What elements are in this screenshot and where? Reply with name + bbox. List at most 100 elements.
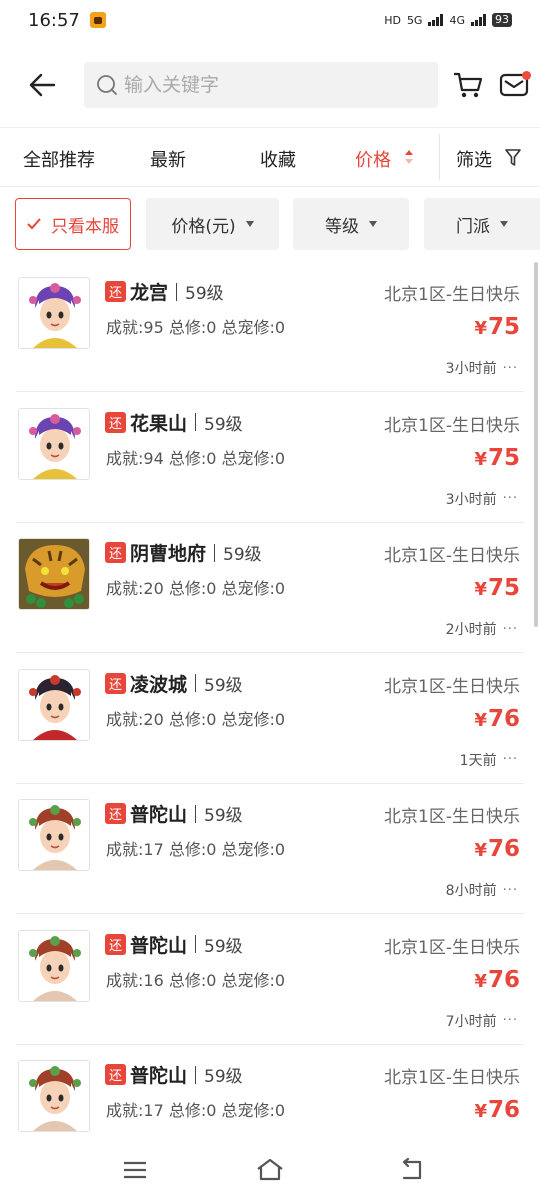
- level: 59级: [204, 806, 243, 826]
- return-tag: 还: [105, 281, 126, 302]
- filter-button[interactable]: 筛选: [456, 146, 492, 172]
- school-name: 花果山: [130, 412, 188, 435]
- listing-title: 还阴曹地府 59级: [105, 539, 262, 566]
- listing-title: 还普陀山 59级: [105, 931, 243, 958]
- price-filter-chip[interactable]: 价格(元): [146, 198, 279, 250]
- character-avatar: [18, 929, 90, 1002]
- server-name: 北京1区-生日快乐: [384, 807, 520, 827]
- listing-row[interactable]: 还普陀山 59级 成就:16 总修:0 总宠修:0 北京1区-生日快乐 ¥76 7小时前 ·…: [0, 915, 540, 1045]
- listing-time: 3小时前 ···: [446, 489, 518, 509]
- grade-filter-chip[interactable]: 等级: [293, 198, 409, 250]
- stats: 成就:17 总修:0 总宠修:0: [106, 1101, 286, 1120]
- search-header: [0, 55, 540, 115]
- price-value: 75: [487, 444, 520, 471]
- listing-row[interactable]: 还普陀山 59级成就:17 总修:0 总宠修:0 北京1区-生日快乐 ¥76 8小时前 ·…: [0, 784, 540, 914]
- character-avatar: [18, 1060, 90, 1132]
- divider: [195, 1065, 197, 1084]
- time-ago: 3小时前: [445, 491, 497, 508]
- system-nav-bar: [0, 1140, 540, 1200]
- price: ¥76: [474, 1097, 520, 1123]
- listing-row[interactable]: 还凌波城 59级 成就:20 总修:0 总宠修:0 北京1区-生日快乐 ¥76 1天前 ··…: [0, 654, 540, 784]
- listing-time: 7小时前 ···: [446, 1011, 518, 1031]
- character-avatar: [18, 277, 90, 349]
- school-filter-chip[interactable]: 门派: [424, 198, 540, 250]
- more-options-icon[interactable]: ···: [503, 1013, 518, 1028]
- level: 59级: [223, 545, 262, 565]
- tab-newest[interactable]: 最新: [150, 146, 186, 172]
- character-avatar: [18, 407, 90, 480]
- listing-row[interactable]: 还阴曹地府 59级 成就:20 总修:0 总宠修:0 北京1区-生日快乐 ¥75 2小时前…: [0, 523, 540, 653]
- stats: 成就:94 总修:0 总宠修:0: [106, 448, 286, 468]
- messages-button[interactable]: [494, 65, 534, 105]
- divider: [176, 282, 178, 301]
- caret-down-icon: [369, 221, 377, 227]
- listing-row[interactable]: 还花果山 59级 成就:94 总修:0 总宠修:0 北京1区-生日快乐 ¥75 3小时前 ·…: [0, 393, 540, 523]
- listing-title: 还龙宫 59级: [105, 278, 224, 305]
- more-options-icon[interactable]: ···: [503, 752, 518, 767]
- return-tag: 还: [105, 411, 126, 433]
- home-icon: [257, 1158, 283, 1181]
- price: ¥75: [474, 445, 520, 471]
- more-options-icon[interactable]: ···: [503, 883, 518, 898]
- back-button[interactable]: [12, 55, 72, 115]
- stats: 成就:20 总修:0 总宠修:0: [106, 579, 286, 598]
- time-ago: 3小时前: [445, 361, 497, 377]
- only-this-server-chip[interactable]: 只看本服: [15, 198, 131, 250]
- filter-chips: 只看本服 价格(元) 等级 门派: [0, 198, 540, 252]
- recent-apps-button[interactable]: [115, 1152, 155, 1188]
- search-bar[interactable]: [84, 62, 438, 108]
- listing-time: 3小时前 ···: [446, 358, 518, 378]
- more-options-icon[interactable]: ···: [503, 622, 518, 637]
- listing-time: 1天前 ···: [460, 750, 518, 770]
- filter-icon[interactable]: [505, 149, 521, 167]
- cart-button[interactable]: [448, 65, 488, 105]
- search-input[interactable]: [124, 74, 414, 96]
- server-name: 北京1区-生日快乐: [384, 546, 520, 566]
- character-avatar: [18, 668, 90, 741]
- currency-symbol: ¥: [474, 1101, 487, 1122]
- signal-icon: [428, 14, 444, 26]
- stats: 成就:17 总修:0 总宠修:0: [106, 840, 286, 859]
- character-avatar: [18, 799, 90, 871]
- price-value: 75: [487, 314, 520, 340]
- more-options-icon[interactable]: ···: [503, 491, 518, 506]
- price: ¥76: [474, 836, 520, 862]
- tab-price[interactable]: 价格: [355, 146, 391, 172]
- stats: 成就:20 总修:0 总宠修:0: [106, 709, 286, 729]
- return-tag: 还: [105, 542, 126, 563]
- tab-all-recommended[interactable]: 全部推荐: [23, 146, 95, 172]
- grade-filter-label: 等级: [325, 216, 359, 237]
- divider: [195, 413, 197, 431]
- status-bar: 16:57 HD 5G 4G 93: [0, 0, 540, 40]
- level: 59级: [204, 936, 243, 957]
- divider: [195, 804, 197, 823]
- app-notification-icon: [89, 12, 106, 28]
- search-icon: [97, 75, 117, 95]
- home-button[interactable]: [250, 1152, 290, 1188]
- school-name: 阴曹地府: [130, 543, 207, 565]
- caret-down-icon: [500, 221, 508, 227]
- sort-bar: 全部推荐 最新 收藏 价格 筛选: [0, 127, 540, 187]
- price-value: 76: [487, 705, 520, 732]
- time-ago: 7小时前: [445, 1013, 497, 1030]
- return-tag: 还: [105, 672, 126, 694]
- caret-down-icon: [245, 221, 254, 227]
- currency-symbol: ¥: [474, 579, 487, 600]
- unread-dot: [522, 71, 531, 80]
- price: ¥76: [474, 967, 520, 993]
- network-5g-label: 5G: [406, 13, 423, 27]
- return-tag: 还: [105, 1064, 126, 1085]
- server-name: 北京1区-生日快乐: [384, 1068, 520, 1088]
- back-nav-button[interactable]: [392, 1152, 432, 1188]
- school-name: 普陀山: [130, 804, 188, 826]
- listing-row[interactable]: 还龙宫 59级 成就:95 总修:0 总宠修:0 北京1区-生日快乐 ¥75 3小时前 ··…: [0, 262, 540, 392]
- back-arrow-icon: [29, 73, 56, 97]
- return-tag: 还: [105, 803, 126, 824]
- more-options-icon[interactable]: ···: [503, 361, 518, 376]
- server-name: 北京1区-生日快乐: [384, 676, 520, 697]
- listing-title: 还普陀山 59级: [105, 800, 243, 827]
- tab-favorites[interactable]: 收藏: [260, 146, 296, 172]
- currency-symbol: ¥: [474, 970, 487, 992]
- scrollbar[interactable]: [534, 262, 538, 627]
- listing-time: 8小时前 ···: [446, 880, 518, 900]
